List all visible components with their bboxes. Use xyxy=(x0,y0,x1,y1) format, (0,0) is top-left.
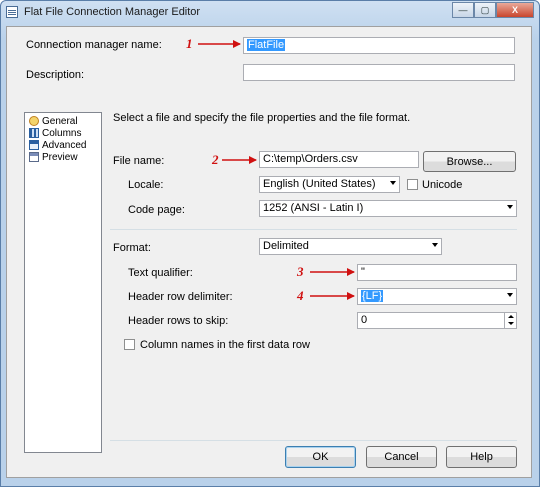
annotation-number-3: 3 xyxy=(297,264,304,279)
annotation-overlay xyxy=(198,40,355,300)
annotation-number-1: 1 xyxy=(186,36,193,51)
annotation-number-4: 4 xyxy=(297,288,304,303)
annotation-number-2: 2 xyxy=(212,152,219,167)
